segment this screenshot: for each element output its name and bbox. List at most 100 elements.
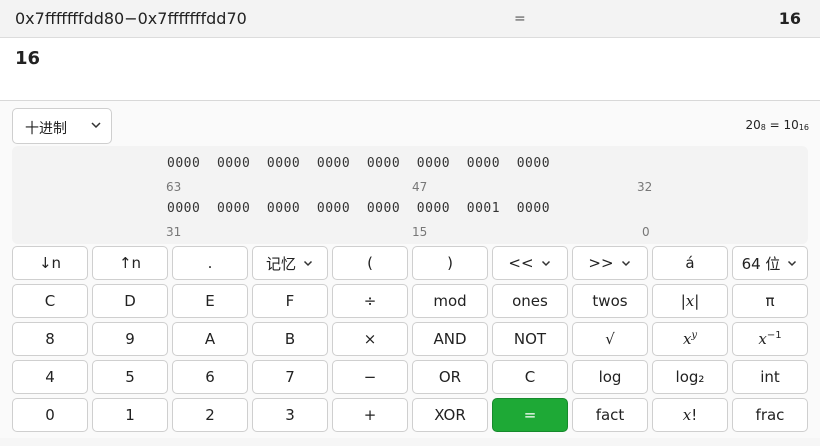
add-button[interactable]: + xyxy=(332,398,408,432)
digit-0-label: 0 xyxy=(45,406,55,424)
close-paren-label: ) xyxy=(447,254,453,272)
open-paren-label: ( xyxy=(367,254,373,272)
word-size-button[interactable]: 64 位 xyxy=(732,246,808,280)
digit-f-button[interactable]: F xyxy=(252,284,328,318)
digit-d-button[interactable]: D xyxy=(92,284,168,318)
base-conversion: 208 = 1016 xyxy=(745,118,809,132)
pi-button[interactable]: π xyxy=(732,284,808,318)
digit-5-button[interactable]: 5 xyxy=(92,360,168,394)
chevron-down-icon xyxy=(91,122,101,129)
number-base-dropdown[interactable]: 十进制 xyxy=(12,108,112,144)
not-button[interactable]: NOT xyxy=(492,322,568,356)
subtract-button[interactable]: − xyxy=(332,360,408,394)
digit-a-button[interactable]: A xyxy=(172,322,248,356)
and-button[interactable]: AND xyxy=(412,322,488,356)
ones-complement-label: ones xyxy=(512,292,548,310)
digit-8-button[interactable]: 8 xyxy=(12,322,88,356)
bit-row-low[interactable]: 0000 0000 0000 0000 0000 0000 0001 0000 xyxy=(167,201,550,216)
equals-label: = xyxy=(523,406,537,424)
square-root-button[interactable]: √ xyxy=(572,322,648,356)
square-root-label: √ xyxy=(605,330,615,348)
bit-index-63: 63 xyxy=(166,180,182,194)
bottom-edge xyxy=(0,438,820,446)
inverse-label: x−1 xyxy=(758,330,782,348)
pi-label: π xyxy=(765,292,775,310)
divide-button[interactable]: ÷ xyxy=(332,284,408,318)
shift-left-button[interactable]: << xyxy=(492,246,568,280)
power-label: xy xyxy=(682,330,698,348)
twos-complement-label: twos xyxy=(592,292,628,310)
shift-down-label: ↓n xyxy=(38,254,62,272)
history-bar[interactable]: 0x7fffffffdd80−0x7fffffffdd70 = 16 xyxy=(0,0,820,38)
close-paren-button[interactable]: ) xyxy=(412,246,488,280)
xor-label: XOR xyxy=(434,406,466,424)
digit-4-button[interactable]: 4 xyxy=(12,360,88,394)
shift-right-button[interactable]: >> xyxy=(572,246,648,280)
divide-label: ÷ xyxy=(363,292,377,310)
multiply-button[interactable]: × xyxy=(332,322,408,356)
conversion-hex-subscript: 16 xyxy=(798,123,809,132)
digit-a-label: A xyxy=(204,330,216,348)
log2-label: log₂ xyxy=(675,368,705,386)
shift-down-button[interactable]: ↓n xyxy=(12,246,88,280)
log-label: log xyxy=(598,368,622,386)
digit-3-label: 3 xyxy=(285,406,295,424)
digit-9-label: 9 xyxy=(125,330,135,348)
digit-d-label: D xyxy=(124,292,136,310)
bit-index-31: 31 xyxy=(166,225,182,239)
chevron-down-icon xyxy=(303,260,313,267)
digit-1-button[interactable]: 1 xyxy=(92,398,168,432)
factorial-button[interactable]: x! xyxy=(652,398,728,432)
digit-e-button[interactable]: E xyxy=(172,284,248,318)
digit-7-button[interactable]: 7 xyxy=(252,360,328,394)
decimal-point-button[interactable]: . xyxy=(172,246,248,280)
number-base-label: 十进制 xyxy=(25,121,67,137)
ones-complement-button[interactable]: ones xyxy=(492,284,568,318)
fraction-part-label: frac xyxy=(755,406,785,424)
digit-7-label: 7 xyxy=(285,368,295,386)
char-code-button[interactable]: á xyxy=(652,246,728,280)
digit-2-label: 2 xyxy=(205,406,215,424)
chevron-down-icon xyxy=(621,260,630,267)
display-area[interactable]: 16 xyxy=(0,38,820,101)
integer-part-button[interactable]: int xyxy=(732,360,808,394)
bit-display-panel[interactable]: 0000 0000 0000 0000 0000 0000 0000 0000 … xyxy=(12,146,808,244)
memory-button[interactable]: 记忆 xyxy=(252,246,328,280)
digit-e-label: E xyxy=(205,292,215,310)
fraction-part-button[interactable]: frac xyxy=(732,398,808,432)
digit-6-button[interactable]: 6 xyxy=(172,360,248,394)
factorial-func-button[interactable]: fact xyxy=(572,398,648,432)
shift-right-label: >> xyxy=(588,254,614,272)
digit-3-button[interactable]: 3 xyxy=(252,398,328,432)
xor-button[interactable]: XOR xyxy=(412,398,488,432)
digit-b-label: B xyxy=(284,330,296,348)
log-button[interactable]: log xyxy=(572,360,648,394)
digit-6-label: 6 xyxy=(205,368,215,386)
digit-b-button[interactable]: B xyxy=(252,322,328,356)
or-label: OR xyxy=(438,368,462,386)
inverse-button[interactable]: x−1 xyxy=(732,322,808,356)
digit-0-button[interactable]: 0 xyxy=(12,398,88,432)
bit-index-0: 0 xyxy=(642,225,650,239)
digit-f-label: F xyxy=(285,292,295,310)
log2-button[interactable]: log₂ xyxy=(652,360,728,394)
bit-row-high[interactable]: 0000 0000 0000 0000 0000 0000 0000 0000 xyxy=(167,156,550,171)
display-value: 16 xyxy=(15,48,41,69)
modulo-label: mod xyxy=(433,292,467,310)
absolute-value-label: |x| xyxy=(680,292,700,310)
shift-up-button[interactable]: ↑n xyxy=(92,246,168,280)
twos-complement-button[interactable]: twos xyxy=(572,284,648,318)
equals-button[interactable]: = xyxy=(492,398,568,432)
conversion-octal: 20 xyxy=(745,118,761,132)
clear-button[interactable]: C xyxy=(492,360,568,394)
digit-c-button[interactable]: C xyxy=(12,284,88,318)
not-label: NOT xyxy=(513,330,547,348)
modulo-button[interactable]: mod xyxy=(412,284,488,318)
chevron-down-icon xyxy=(788,260,797,267)
or-button[interactable]: OR xyxy=(412,360,488,394)
absolute-value-button[interactable]: |x| xyxy=(652,284,728,318)
digit-2-button[interactable]: 2 xyxy=(172,398,248,432)
open-paren-button[interactable]: ( xyxy=(332,246,408,280)
power-button[interactable]: xy xyxy=(652,322,728,356)
digit-9-button[interactable]: 9 xyxy=(92,322,168,356)
